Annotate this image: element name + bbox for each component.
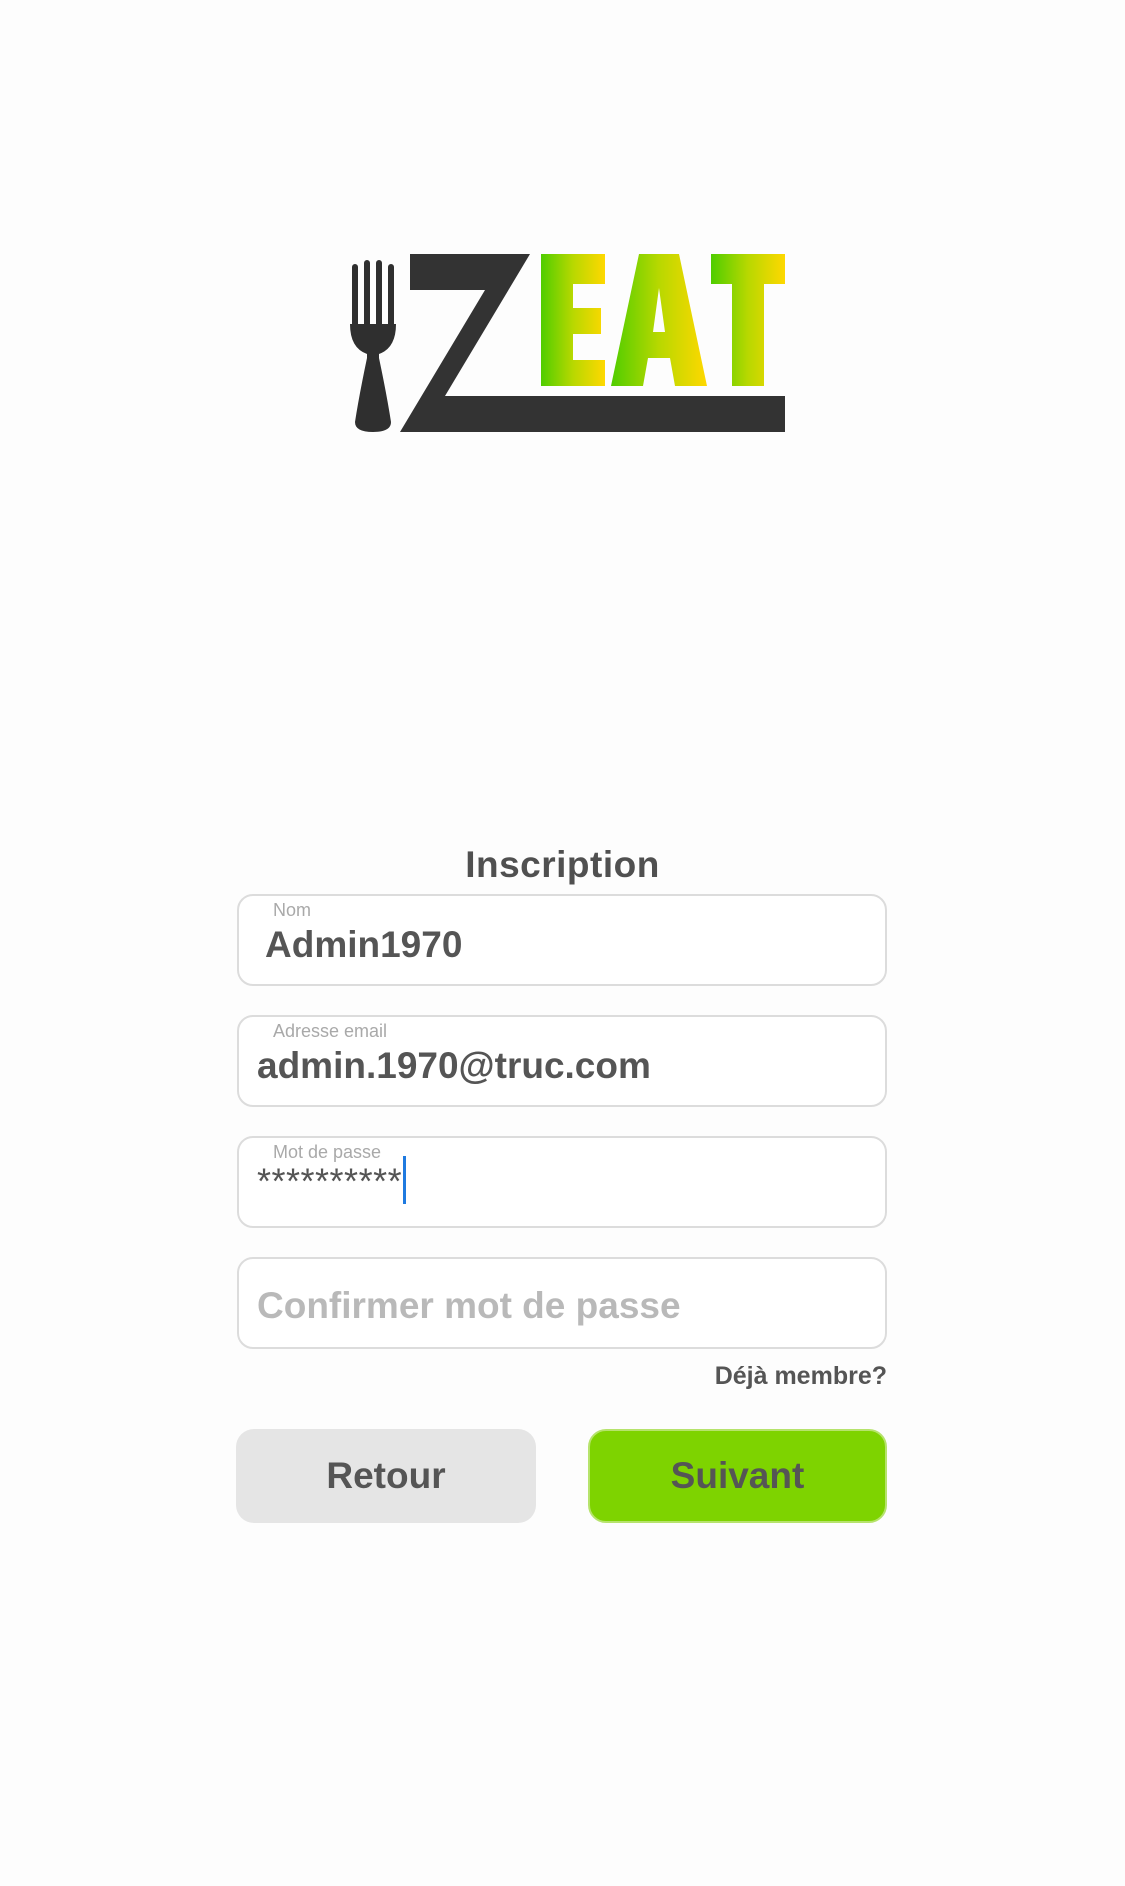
next-button[interactable]: Suivant (588, 1429, 887, 1523)
logo-graphic (350, 254, 785, 432)
name-field-label: Nom (273, 900, 312, 920)
password-field-value[interactable]: ********** (257, 1156, 407, 1208)
page-title: Inscription (465, 844, 660, 885)
back-button[interactable]: Retour (236, 1429, 536, 1523)
email-field-label: Adresse email (273, 1021, 388, 1041)
name-field-value[interactable]: Admin1970 (265, 924, 462, 966)
text-caret (403, 1156, 407, 1204)
confirm-password-field[interactable]: Confirmer mot de passe (237, 1257, 887, 1349)
already-member-link[interactable]: Déjà membre? (715, 1362, 887, 1391)
email-field-value[interactable]: admin.1970@truc.com (257, 1045, 651, 1087)
name-field[interactable]: Nom Admin1970 (237, 894, 887, 986)
email-field[interactable]: Adresse email admin.1970@truc.com (237, 1015, 887, 1107)
fork-icon (350, 260, 396, 432)
zeat-logo (345, 246, 785, 436)
password-field[interactable]: Mot de passe ********** (237, 1136, 887, 1228)
password-masked-text: ********** (257, 1160, 403, 1202)
confirm-password-placeholder: Confirmer mot de passe (257, 1285, 681, 1326)
